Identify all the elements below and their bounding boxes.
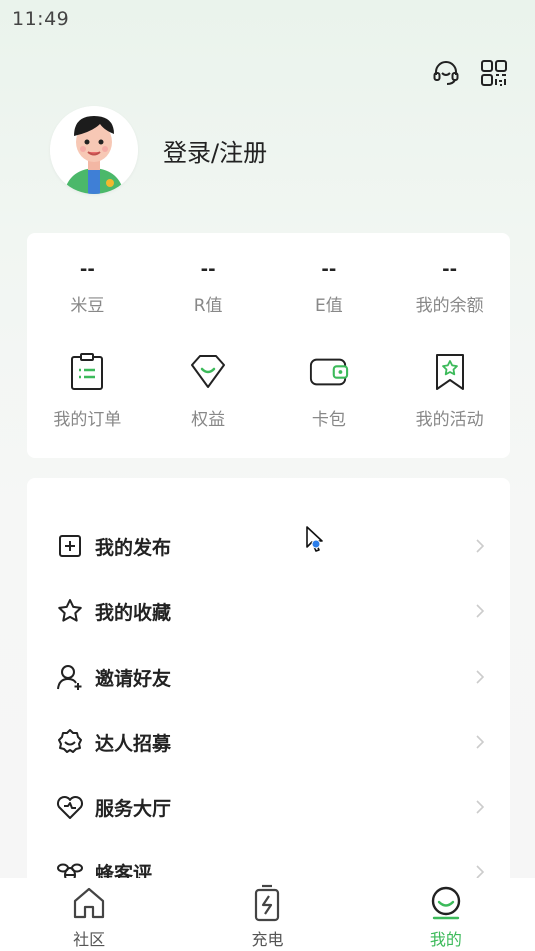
chevron-right-icon	[472, 734, 488, 750]
chevron-right-icon	[472, 799, 488, 815]
activity-bookmark-icon	[430, 351, 470, 393]
stat-value: --	[442, 259, 458, 280]
menu-label: 邀请好友	[95, 667, 172, 690]
stat-label: R值	[193, 296, 223, 316]
publish-plus-icon	[55, 531, 85, 561]
order-clipboard-icon	[67, 351, 107, 393]
chevron-right-icon	[472, 669, 488, 685]
menu-item-favorites[interactable]: 我的收藏	[27, 583, 510, 639]
profile-section[interactable]: 登录/注册	[50, 106, 267, 194]
stat-label: E值	[315, 296, 343, 316]
menu-label: 我的收藏	[95, 601, 172, 624]
community-house-icon	[70, 884, 108, 922]
login-register-link[interactable]: 登录/注册	[163, 133, 267, 168]
stat-label: 我的余额	[415, 296, 484, 316]
menu-item-service-hall[interactable]: 服务大厅	[27, 779, 510, 835]
bottom-tab-bar: 社区 充电 我的	[0, 878, 535, 951]
stat-label: 米豆	[70, 296, 105, 316]
menu-item-invite-friends[interactable]: 邀请好友	[27, 649, 510, 705]
chevron-right-icon	[472, 538, 488, 554]
stat-e-value[interactable]: -- E值	[269, 259, 390, 316]
chevron-right-icon	[472, 603, 488, 619]
stat-value: --	[321, 259, 337, 280]
star-icon	[55, 596, 85, 626]
headset-icon[interactable]	[431, 58, 461, 88]
profile-face-icon	[427, 884, 465, 922]
action-my-orders[interactable]: 我的订单	[27, 351, 148, 430]
invite-user-icon	[55, 662, 85, 692]
action-benefits[interactable]: 权益	[148, 351, 269, 430]
menu-label: 我的发布	[95, 536, 172, 559]
tab-community[interactable]: 社区	[0, 878, 178, 951]
action-label: 权益	[191, 410, 226, 430]
action-label: 我的订单	[53, 410, 122, 430]
benefits-badge-icon	[188, 351, 228, 393]
charging-icon	[248, 884, 286, 922]
action-label: 我的活动	[415, 410, 484, 430]
action-label: 卡包	[311, 410, 346, 430]
tab-mine[interactable]: 我的	[357, 878, 535, 951]
tab-label: 充电	[251, 930, 284, 949]
status-time: 11:49	[12, 8, 70, 30]
stat-balance[interactable]: -- 我的余额	[389, 259, 510, 316]
menu-label: 服务大厅	[95, 797, 172, 820]
card-wallet-icon	[309, 351, 349, 393]
qr-code-icon[interactable]	[479, 58, 509, 88]
stat-midou[interactable]: -- 米豆	[27, 259, 148, 316]
stat-value: --	[79, 259, 95, 280]
action-card-wallet[interactable]: 卡包	[269, 351, 390, 430]
menu-label: 达人招募	[95, 732, 172, 755]
menu-item-talent-recruit[interactable]: 达人招募	[27, 714, 510, 770]
avatar[interactable]	[50, 106, 138, 194]
stat-r-value[interactable]: -- R值	[148, 259, 269, 316]
service-heart-icon	[55, 792, 85, 822]
menu-item-my-posts[interactable]: 我的发布	[27, 518, 510, 574]
header-actions	[431, 58, 509, 88]
tab-label: 社区	[73, 930, 106, 949]
tab-label: 我的	[429, 930, 462, 949]
mouse-pointer-icon	[306, 526, 323, 552]
recruit-badge-icon	[55, 727, 85, 757]
stats-card: -- 米豆 -- R值 -- E值 -- 我的余额 我的订单 权益 卡包 我的活…	[27, 233, 510, 458]
action-my-activities[interactable]: 我的活动	[389, 351, 510, 430]
menu-card: 我的发布 我的收藏 邀请好友 达人招募 服务大厅 蜂客评	[27, 478, 510, 898]
tab-charging[interactable]: 充电	[178, 878, 356, 951]
stat-value: --	[200, 259, 216, 280]
